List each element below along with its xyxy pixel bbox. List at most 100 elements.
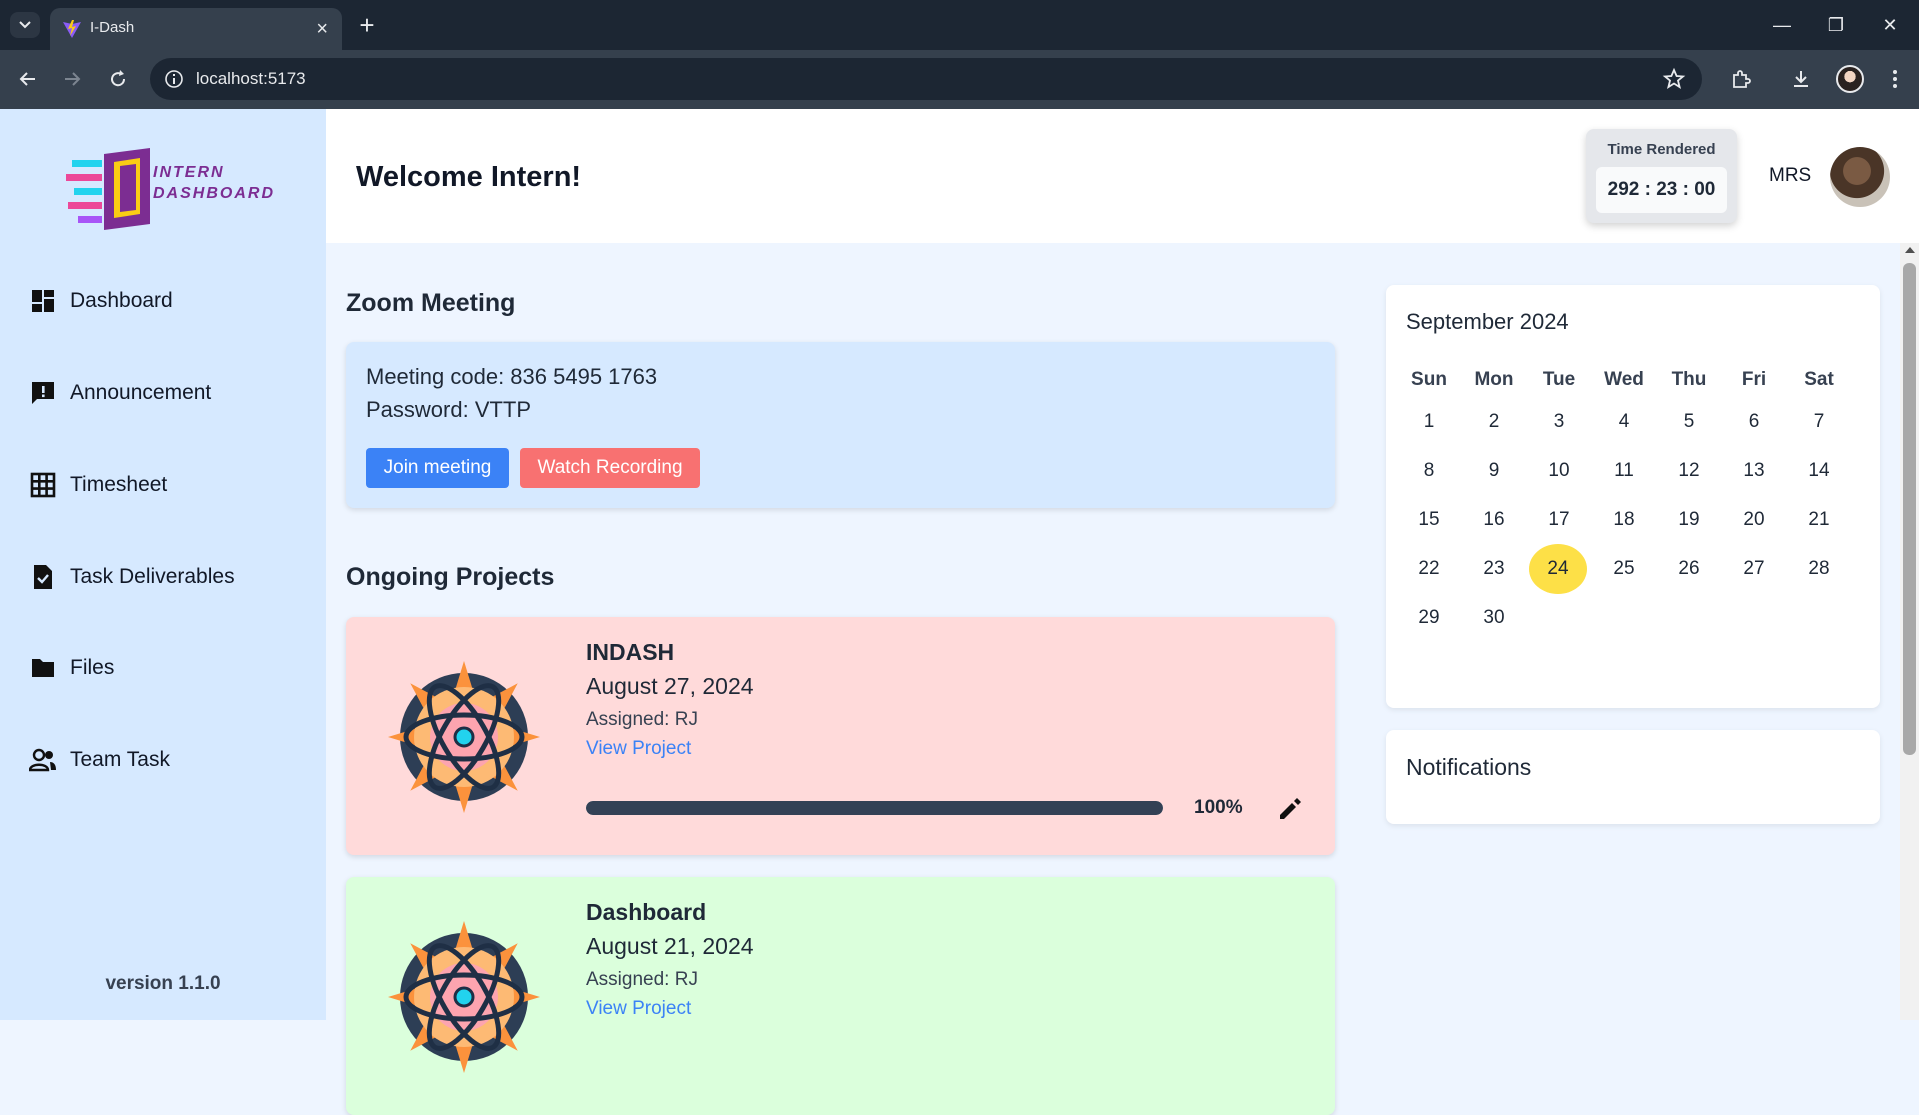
browser-tab[interactable]: I-Dash × [50,8,342,50]
calendar-day[interactable]: 10 [1529,446,1589,496]
calendar-month-title: September 2024 [1406,309,1569,334]
minimize-button[interactable]: — [1762,10,1802,40]
sidebar-item-label: Dashboard [70,289,173,312]
sidebar-item-dashboard[interactable]: Dashboard [28,281,173,321]
restore-button[interactable]: ❐ [1816,10,1856,40]
calendar-day[interactable]: 29 [1399,593,1459,643]
calendar-day[interactable]: 11 [1594,446,1654,496]
calendar-day[interactable]: 8 [1399,446,1459,496]
calendar-day[interactable]: 6 [1724,397,1784,447]
logo-text-line1: INTERN [153,164,225,181]
calendar-day[interactable]: 20 [1724,495,1784,545]
project-card: INDASH August 27, 2024 Assigned: RJ View… [346,617,1335,855]
notifications-panel: Notifications [1386,730,1880,824]
sidebar-item-label: Team Task [70,748,170,771]
calendar-day[interactable]: 9 [1464,446,1524,496]
browser-profile-avatar[interactable] [1836,65,1864,93]
task-file-icon [28,562,58,592]
zoom-meeting-card: Meeting code: 836 5495 1763 Password: VT… [346,342,1335,508]
calendar-day[interactable]: 30 [1464,593,1524,643]
project-assigned: Assigned: RJ [586,709,698,730]
sidebar-item-label: Timesheet [70,473,168,496]
calendar-day[interactable]: 7 [1789,397,1849,447]
calendar-day[interactable]: 15 [1399,495,1459,545]
edit-pencil-icon[interactable] [1276,795,1304,823]
calendar-day[interactable]: 18 [1594,495,1654,545]
vite-favicon-icon [63,20,81,38]
scrollbar-thumb[interactable] [1903,263,1916,755]
close-window-button[interactable]: ✕ [1870,10,1910,40]
arrow-right-icon [65,72,81,86]
version-label: version 1.1.0 [105,973,221,994]
sidebar-item-announcement[interactable]: Announcement [28,373,211,413]
sidebar-item-timesheet[interactable]: Timesheet [28,465,167,505]
reload-button[interactable] [103,64,133,94]
project-progress-fill [586,801,1163,815]
calendar-day[interactable]: 1 [1399,397,1459,447]
url-text: localhost:5173 [196,69,306,88]
sidebar-item-label: Task Deliverables [70,565,235,588]
grid-icon [28,470,58,500]
calendar-day[interactable]: 12 [1659,446,1719,496]
calendar-day[interactable]: 28 [1789,544,1849,594]
forward-button[interactable] [57,64,87,94]
arrow-left-icon [19,72,35,86]
sidebar: INTERN DASHBOARD Dashboard Announcement … [0,109,326,1020]
react-atom-icon [388,661,540,813]
bookmark-star-icon[interactable] [1662,67,1686,91]
download-icon [1794,71,1808,87]
calendar-day[interactable]: 19 [1659,495,1719,545]
announcement-icon [28,378,58,408]
project-progress-percent: 100% [1194,797,1243,818]
project-date: August 27, 2024 [586,673,754,699]
calendar-day[interactable]: 22 [1399,544,1459,594]
downloads-button[interactable] [1786,64,1816,94]
sidebar-item-files[interactable]: Files [28,648,114,688]
calendar-day[interactable]: 25 [1594,544,1654,594]
meeting-password: Password: VTTP [366,397,532,422]
calendar-day[interactable]: 17 [1529,495,1589,545]
calendar-day[interactable]: 27 [1724,544,1784,594]
sidebar-item-team-task[interactable]: Team Task [28,740,170,780]
calendar-day-today[interactable]: 24 [1529,544,1587,594]
sidebar-item-label: Files [70,656,115,679]
watch-recording-button[interactable]: Watch Recording [520,448,700,488]
info-icon[interactable] [164,69,184,89]
calendar-day[interactable]: 21 [1789,495,1849,545]
browser-menu-button[interactable] [1880,64,1910,94]
join-meeting-button[interactable]: Join meeting [366,448,509,488]
sidebar-item-task-deliverables[interactable]: Task Deliverables [28,557,235,597]
calendar-day[interactable]: 23 [1464,544,1524,594]
project-name: Dashboard [586,899,707,925]
view-project-link[interactable]: View Project [586,998,691,1020]
tab-title: I-Dash [90,19,135,36]
project-card: Dashboard August 21, 2024 Assigned: RJ V… [346,877,1335,1115]
calendar-day[interactable]: 4 [1594,397,1654,447]
puzzle-icon [1733,70,1751,88]
intern-dashboard-logo[interactable]: INTERN DASHBOARD [64,144,273,234]
calendar-day[interactable]: 2 [1464,397,1524,447]
new-tab-button[interactable]: + [352,10,382,40]
project-assigned: Assigned: RJ [586,969,698,990]
scroll-up-arrow-icon[interactable] [1905,247,1915,253]
page-scrollbar[interactable] [1900,243,1919,1020]
extensions-button[interactable] [1726,64,1756,94]
browser-tab-bar: I-Dash × + — ❐ ✕ [0,0,1919,50]
project-date: August 21, 2024 [586,933,754,959]
avatar[interactable] [1830,147,1890,207]
calendar-day[interactable]: 16 [1464,495,1524,545]
calendar-day[interactable]: 26 [1659,544,1719,594]
view-project-link[interactable]: View Project [586,738,691,760]
calendar-day[interactable]: 13 [1724,446,1784,496]
react-atom-icon [388,921,540,1073]
tab-close-icon[interactable]: × [316,16,328,42]
calendar-day[interactable]: 14 [1789,446,1849,496]
reload-icon [111,70,126,87]
calendar-day[interactable]: 3 [1529,397,1589,447]
folder-icon [28,653,58,683]
address-bar[interactable]: localhost:5173 [150,58,1702,100]
dashboard-icon [28,286,58,316]
back-button[interactable] [13,64,43,94]
tab-search-button[interactable] [10,12,40,38]
calendar-day[interactable]: 5 [1659,397,1719,447]
